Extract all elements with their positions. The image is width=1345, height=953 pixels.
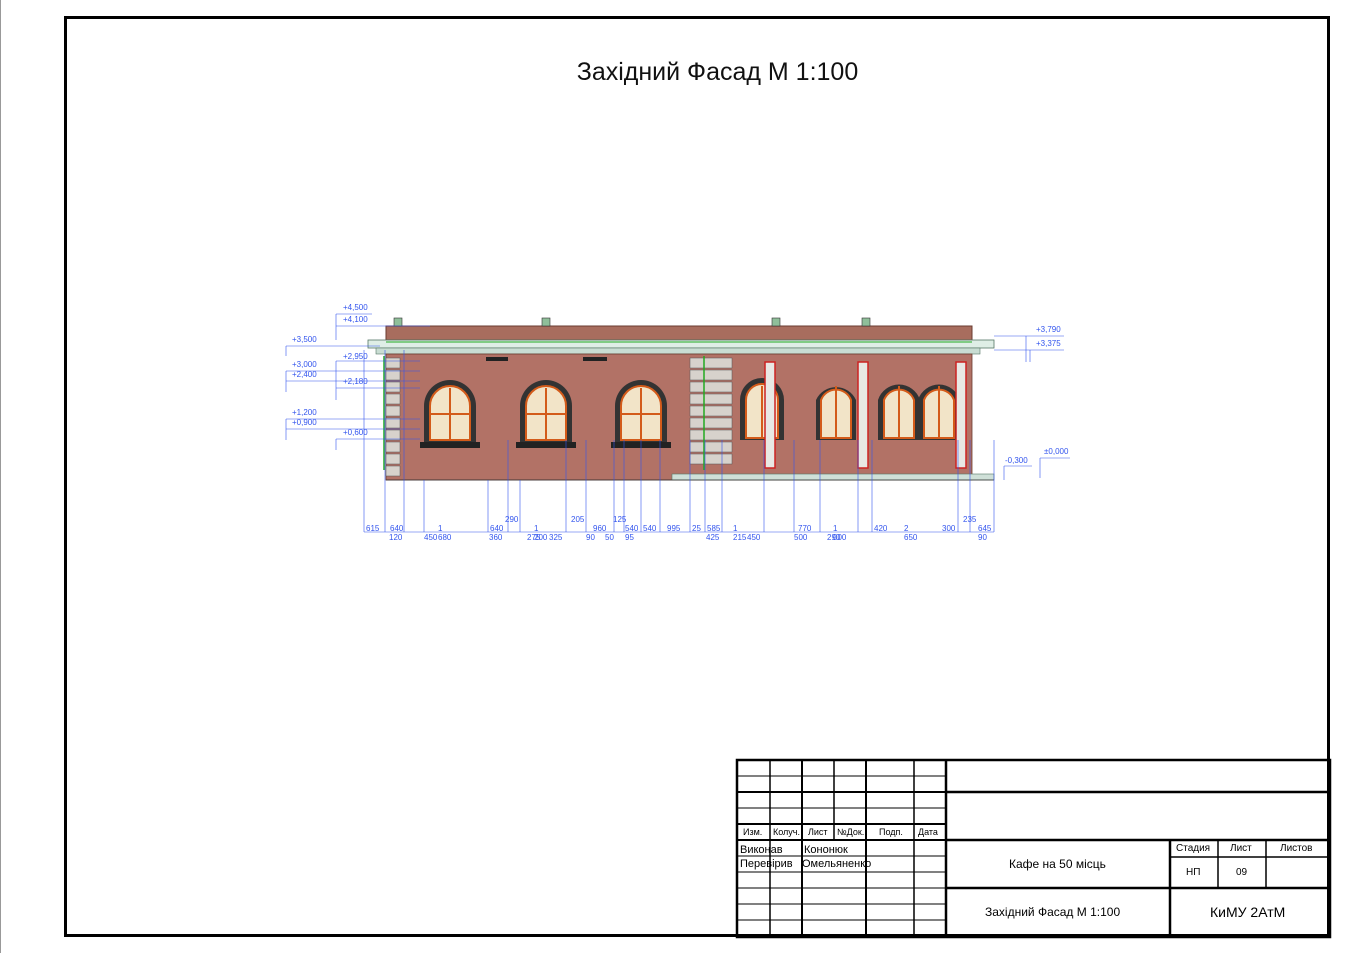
title-block-grid (735, 758, 1332, 939)
tb-name-checker: Омельяненко (802, 858, 872, 870)
drawing-sheet: Західний Фасад М 1:100 +4,500 +4,100 +3,… (0, 0, 1345, 953)
tb-header-podp: Подп. (879, 827, 903, 837)
tb-header-ndok: №Док. (837, 827, 865, 837)
tb-role-vykonav: Виконав (740, 844, 783, 856)
tb-project-name: Кафе на 50 місць (1009, 857, 1106, 871)
tb-sheet-label: Лист (1230, 843, 1252, 854)
tb-stage-label: Стадия (1176, 843, 1211, 854)
tb-sheets-label: Листов (1280, 843, 1313, 854)
tb-name-author: Кононюк (804, 844, 848, 856)
tb-header-list: Лист (808, 827, 828, 837)
tb-header-izm: Изм. (743, 827, 763, 837)
tb-sheet-name: Західний Фасад М 1:100 (985, 905, 1121, 919)
tb-sheet-value: 09 (1236, 867, 1248, 878)
tb-organization: КиМУ 2АтМ (1210, 904, 1286, 920)
tb-role-pereviryv: Перевірив (740, 858, 793, 870)
tb-header-koluch: Колуч. (773, 827, 800, 837)
tb-stage-value: НП (1186, 867, 1201, 878)
tb-header-data: Дата (918, 827, 938, 837)
